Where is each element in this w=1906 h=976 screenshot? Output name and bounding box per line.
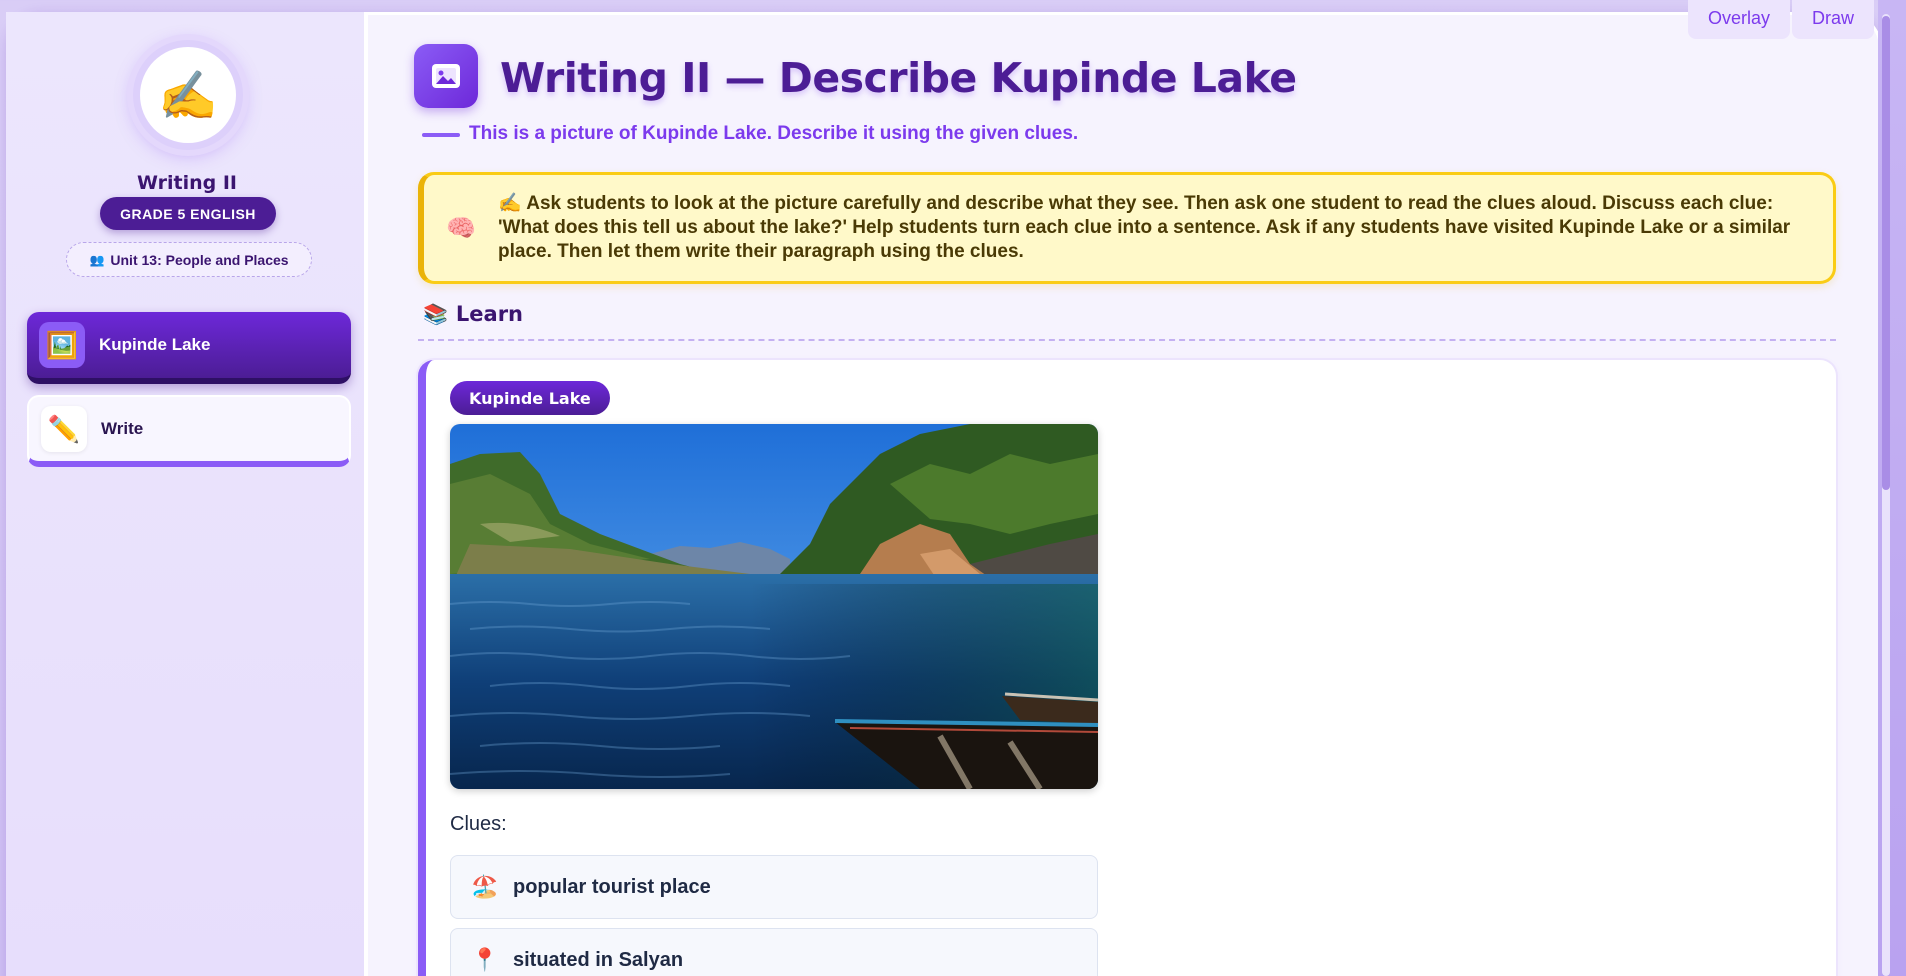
section-heading: 📚 Learn [423,302,523,326]
card-title-pill: Kupinde Lake [450,381,610,415]
pencil-icon: ✏️ [41,406,87,452]
subtitle-accent-line [422,133,460,137]
picture-icon: 🖼️ [39,322,85,368]
section-title: Learn [455,302,524,326]
sidebar-item-label: Kupinde Lake [99,335,211,354]
section-divider [418,339,1836,341]
clue-text: popular tourist place [513,875,711,898]
page-subtitle: This is a picture of Kupinde Lake. Descr… [469,123,1079,144]
unit-badge: 👥 Unit 13: People and Places [66,242,312,277]
sidebar-item-write[interactable]: ✏️ Write [27,395,351,467]
sidebar: ✍️ Writing II GRADE 5 ENGLISH 👥 Unit 13:… [6,12,368,976]
picture-header-icon [414,44,478,108]
clue-item: 📍 situated in Salyan [450,928,1098,976]
teacher-note-text: ✍️ Ask students to look at the picture c… [498,193,1791,262]
sidebar-item-kupinde-lake[interactable]: 🖼️ Kupinde Lake [27,312,351,384]
lesson-title: Writing II [137,172,237,194]
top-toolbar: Overlay Draw [1687,0,1874,39]
books-icon: 📚 [423,302,448,326]
writing-hand-icon: ✍️ [140,47,236,143]
lake-photo [450,424,1098,789]
location-pin-icon: 📍 [471,947,499,972]
clue-text: situated in Salyan [513,948,684,971]
overlay-button[interactable]: Overlay [1687,0,1790,39]
people-icon: 👥 [89,252,105,267]
grade-badge: GRADE 5 ENGLISH [100,197,276,230]
draw-button[interactable]: Draw [1791,0,1874,39]
sidebar-item-label: Write [101,419,144,438]
brain-icon: 🧠 [446,214,476,242]
clue-item: 🏖️ popular tourist place [450,855,1098,919]
unit-label: Unit 13: People and Places [110,251,289,268]
page-title: Writing II — Describe Kupinde Lake [500,54,1297,102]
avatar-ring: ✍️ [133,40,243,150]
beach-umbrella-icon: 🏖️ [471,874,499,899]
teacher-note: 🧠 ✍️ Ask students to look at the picture… [418,172,1836,284]
clues-label: Clues: [450,813,507,835]
scrollbar-thumb[interactable] [1882,16,1890,490]
